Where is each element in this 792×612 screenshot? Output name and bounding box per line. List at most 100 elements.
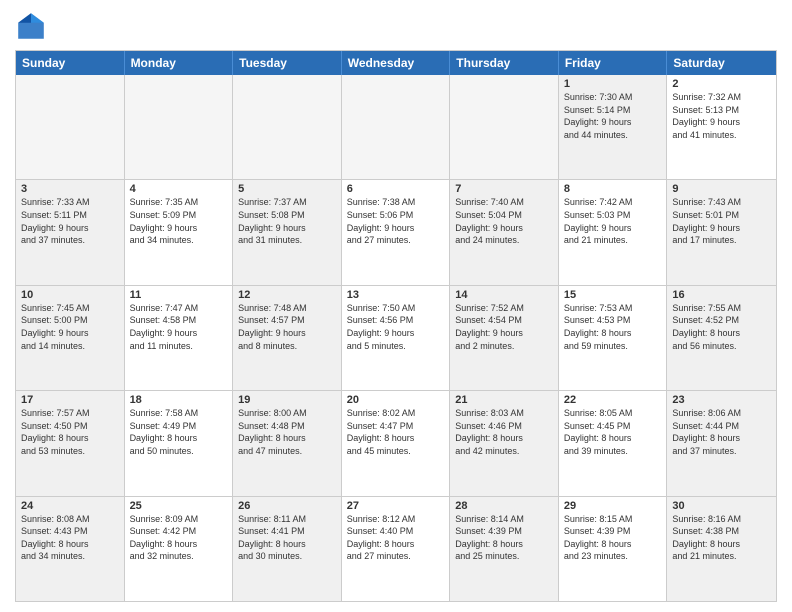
day-info: Sunrise: 8:02 AM Sunset: 4:47 PM Dayligh… bbox=[347, 407, 445, 457]
day-cell-16: 16Sunrise: 7:55 AM Sunset: 4:52 PM Dayli… bbox=[667, 286, 776, 390]
day-info: Sunrise: 8:09 AM Sunset: 4:42 PM Dayligh… bbox=[130, 513, 228, 563]
day-cell-18: 18Sunrise: 7:58 AM Sunset: 4:49 PM Dayli… bbox=[125, 391, 234, 495]
weekday-header-monday: Monday bbox=[125, 51, 234, 75]
day-cell-17: 17Sunrise: 7:57 AM Sunset: 4:50 PM Dayli… bbox=[16, 391, 125, 495]
empty-cell bbox=[16, 75, 125, 179]
day-number: 22 bbox=[564, 394, 662, 406]
day-number: 29 bbox=[564, 500, 662, 512]
day-number: 14 bbox=[455, 289, 553, 301]
day-info: Sunrise: 7:30 AM Sunset: 5:14 PM Dayligh… bbox=[564, 91, 662, 141]
day-info: Sunrise: 7:50 AM Sunset: 4:56 PM Dayligh… bbox=[347, 302, 445, 352]
day-number: 12 bbox=[238, 289, 336, 301]
day-info: Sunrise: 7:55 AM Sunset: 4:52 PM Dayligh… bbox=[672, 302, 771, 352]
day-info: Sunrise: 8:00 AM Sunset: 4:48 PM Dayligh… bbox=[238, 407, 336, 457]
day-number: 26 bbox=[238, 500, 336, 512]
day-number: 16 bbox=[672, 289, 771, 301]
weekday-header-sunday: Sunday bbox=[16, 51, 125, 75]
day-cell-20: 20Sunrise: 8:02 AM Sunset: 4:47 PM Dayli… bbox=[342, 391, 451, 495]
day-info: Sunrise: 7:33 AM Sunset: 5:11 PM Dayligh… bbox=[21, 196, 119, 246]
day-cell-12: 12Sunrise: 7:48 AM Sunset: 4:57 PM Dayli… bbox=[233, 286, 342, 390]
day-cell-27: 27Sunrise: 8:12 AM Sunset: 4:40 PM Dayli… bbox=[342, 497, 451, 601]
day-cell-28: 28Sunrise: 8:14 AM Sunset: 4:39 PM Dayli… bbox=[450, 497, 559, 601]
day-cell-14: 14Sunrise: 7:52 AM Sunset: 4:54 PM Dayli… bbox=[450, 286, 559, 390]
day-cell-5: 5Sunrise: 7:37 AM Sunset: 5:08 PM Daylig… bbox=[233, 180, 342, 284]
day-number: 5 bbox=[238, 183, 336, 195]
calendar: SundayMondayTuesdayWednesdayThursdayFrid… bbox=[15, 50, 777, 602]
calendar-row-2: 3Sunrise: 7:33 AM Sunset: 5:11 PM Daylig… bbox=[16, 180, 776, 285]
day-number: 6 bbox=[347, 183, 445, 195]
day-cell-19: 19Sunrise: 8:00 AM Sunset: 4:48 PM Dayli… bbox=[233, 391, 342, 495]
calendar-body: 1Sunrise: 7:30 AM Sunset: 5:14 PM Daylig… bbox=[16, 75, 776, 601]
day-cell-1: 1Sunrise: 7:30 AM Sunset: 5:14 PM Daylig… bbox=[559, 75, 668, 179]
day-info: Sunrise: 7:32 AM Sunset: 5:13 PM Dayligh… bbox=[672, 91, 771, 141]
day-cell-13: 13Sunrise: 7:50 AM Sunset: 4:56 PM Dayli… bbox=[342, 286, 451, 390]
day-number: 15 bbox=[564, 289, 662, 301]
day-cell-2: 2Sunrise: 7:32 AM Sunset: 5:13 PM Daylig… bbox=[667, 75, 776, 179]
day-number: 19 bbox=[238, 394, 336, 406]
day-number: 13 bbox=[347, 289, 445, 301]
day-number: 18 bbox=[130, 394, 228, 406]
day-cell-21: 21Sunrise: 8:03 AM Sunset: 4:46 PM Dayli… bbox=[450, 391, 559, 495]
day-info: Sunrise: 7:57 AM Sunset: 4:50 PM Dayligh… bbox=[21, 407, 119, 457]
day-info: Sunrise: 8:16 AM Sunset: 4:38 PM Dayligh… bbox=[672, 513, 771, 563]
day-number: 23 bbox=[672, 394, 771, 406]
day-cell-22: 22Sunrise: 8:05 AM Sunset: 4:45 PM Dayli… bbox=[559, 391, 668, 495]
day-number: 25 bbox=[130, 500, 228, 512]
empty-cell bbox=[125, 75, 234, 179]
day-info: Sunrise: 7:45 AM Sunset: 5:00 PM Dayligh… bbox=[21, 302, 119, 352]
day-cell-30: 30Sunrise: 8:16 AM Sunset: 4:38 PM Dayli… bbox=[667, 497, 776, 601]
day-cell-9: 9Sunrise: 7:43 AM Sunset: 5:01 PM Daylig… bbox=[667, 180, 776, 284]
day-number: 27 bbox=[347, 500, 445, 512]
day-info: Sunrise: 7:43 AM Sunset: 5:01 PM Dayligh… bbox=[672, 196, 771, 246]
day-info: Sunrise: 8:12 AM Sunset: 4:40 PM Dayligh… bbox=[347, 513, 445, 563]
calendar-row-4: 17Sunrise: 7:57 AM Sunset: 4:50 PM Dayli… bbox=[16, 391, 776, 496]
day-number: 20 bbox=[347, 394, 445, 406]
day-cell-26: 26Sunrise: 8:11 AM Sunset: 4:41 PM Dayli… bbox=[233, 497, 342, 601]
logo bbox=[15, 10, 51, 42]
day-info: Sunrise: 8:03 AM Sunset: 4:46 PM Dayligh… bbox=[455, 407, 553, 457]
day-cell-4: 4Sunrise: 7:35 AM Sunset: 5:09 PM Daylig… bbox=[125, 180, 234, 284]
day-cell-8: 8Sunrise: 7:42 AM Sunset: 5:03 PM Daylig… bbox=[559, 180, 668, 284]
day-number: 8 bbox=[564, 183, 662, 195]
day-cell-24: 24Sunrise: 8:08 AM Sunset: 4:43 PM Dayli… bbox=[16, 497, 125, 601]
day-cell-23: 23Sunrise: 8:06 AM Sunset: 4:44 PM Dayli… bbox=[667, 391, 776, 495]
day-cell-7: 7Sunrise: 7:40 AM Sunset: 5:04 PM Daylig… bbox=[450, 180, 559, 284]
empty-cell bbox=[233, 75, 342, 179]
day-info: Sunrise: 7:47 AM Sunset: 4:58 PM Dayligh… bbox=[130, 302, 228, 352]
day-info: Sunrise: 7:37 AM Sunset: 5:08 PM Dayligh… bbox=[238, 196, 336, 246]
day-info: Sunrise: 8:05 AM Sunset: 4:45 PM Dayligh… bbox=[564, 407, 662, 457]
header bbox=[15, 10, 777, 42]
weekday-header-friday: Friday bbox=[559, 51, 668, 75]
logo-icon bbox=[15, 10, 47, 42]
day-number: 3 bbox=[21, 183, 119, 195]
day-cell-29: 29Sunrise: 8:15 AM Sunset: 4:39 PM Dayli… bbox=[559, 497, 668, 601]
calendar-row-3: 10Sunrise: 7:45 AM Sunset: 5:00 PM Dayli… bbox=[16, 286, 776, 391]
day-number: 2 bbox=[672, 78, 771, 90]
calendar-row-1: 1Sunrise: 7:30 AM Sunset: 5:14 PM Daylig… bbox=[16, 75, 776, 180]
day-info: Sunrise: 8:06 AM Sunset: 4:44 PM Dayligh… bbox=[672, 407, 771, 457]
day-number: 1 bbox=[564, 78, 662, 90]
day-number: 30 bbox=[672, 500, 771, 512]
empty-cell bbox=[450, 75, 559, 179]
day-info: Sunrise: 7:48 AM Sunset: 4:57 PM Dayligh… bbox=[238, 302, 336, 352]
day-number: 11 bbox=[130, 289, 228, 301]
day-cell-25: 25Sunrise: 8:09 AM Sunset: 4:42 PM Dayli… bbox=[125, 497, 234, 601]
day-number: 10 bbox=[21, 289, 119, 301]
day-info: Sunrise: 8:14 AM Sunset: 4:39 PM Dayligh… bbox=[455, 513, 553, 563]
day-info: Sunrise: 8:08 AM Sunset: 4:43 PM Dayligh… bbox=[21, 513, 119, 563]
page: SundayMondayTuesdayWednesdayThursdayFrid… bbox=[0, 0, 792, 612]
weekday-header-saturday: Saturday bbox=[667, 51, 776, 75]
day-number: 9 bbox=[672, 183, 771, 195]
day-number: 28 bbox=[455, 500, 553, 512]
day-info: Sunrise: 8:11 AM Sunset: 4:41 PM Dayligh… bbox=[238, 513, 336, 563]
day-info: Sunrise: 7:38 AM Sunset: 5:06 PM Dayligh… bbox=[347, 196, 445, 246]
day-number: 17 bbox=[21, 394, 119, 406]
calendar-header: SundayMondayTuesdayWednesdayThursdayFrid… bbox=[16, 51, 776, 75]
day-cell-15: 15Sunrise: 7:53 AM Sunset: 4:53 PM Dayli… bbox=[559, 286, 668, 390]
empty-cell bbox=[342, 75, 451, 179]
weekday-header-tuesday: Tuesday bbox=[233, 51, 342, 75]
day-number: 4 bbox=[130, 183, 228, 195]
day-cell-3: 3Sunrise: 7:33 AM Sunset: 5:11 PM Daylig… bbox=[16, 180, 125, 284]
day-cell-11: 11Sunrise: 7:47 AM Sunset: 4:58 PM Dayli… bbox=[125, 286, 234, 390]
weekday-header-thursday: Thursday bbox=[450, 51, 559, 75]
